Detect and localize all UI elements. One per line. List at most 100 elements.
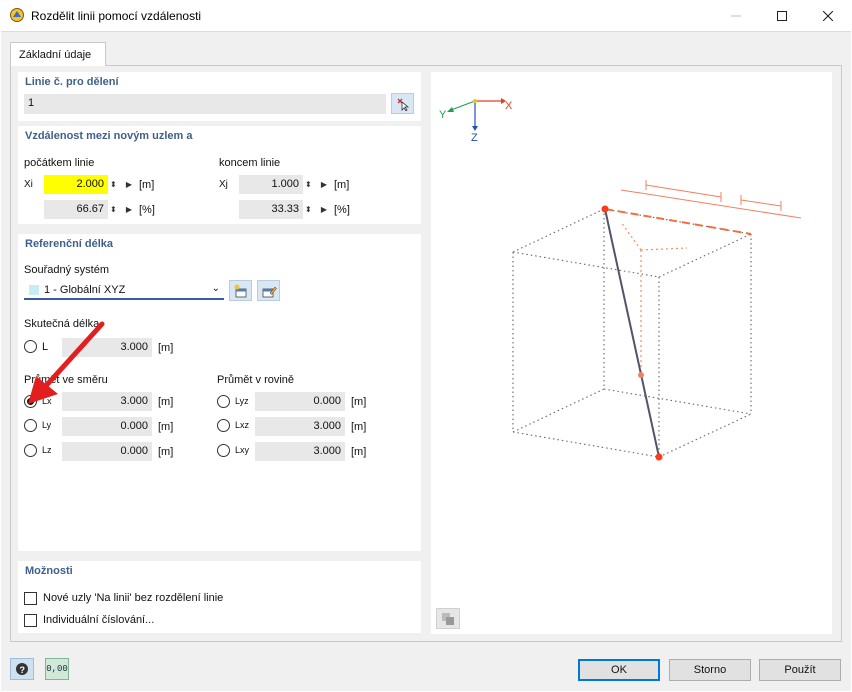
Lyz-unit: [m]	[351, 396, 367, 408]
Lz-unit: [m]	[158, 446, 174, 458]
Lxz-label: Lxz	[235, 420, 250, 430]
divided-line	[604, 208, 660, 458]
distance-title: Vzdálenost mezi novým uzlem a	[25, 130, 193, 142]
Lxy-unit: [m]	[351, 446, 367, 458]
arrow-right-icon: ▶	[125, 205, 132, 214]
apply-button[interactable]: Použít	[759, 659, 841, 681]
close-button[interactable]	[805, 0, 851, 31]
minimize-icon	[731, 15, 741, 16]
reference-length-title: Referenční délka	[25, 238, 114, 250]
individual-numbering-checkbox[interactable]	[24, 614, 37, 627]
plane-projection-label: Průmět v rovině	[217, 374, 295, 386]
pick-cursor-icon	[397, 98, 409, 111]
options-title: Možnosti	[25, 565, 73, 577]
new-nodes-on-line-checkbox[interactable]	[24, 592, 37, 605]
radio-Lyz[interactable]	[217, 395, 230, 408]
xi-percent-spinner[interactable]: ⬍ ▶	[110, 200, 132, 219]
preview-canvas: X Y Z	[439, 98, 802, 461]
svg-text:?: ?	[20, 665, 26, 675]
xj-label: Xj	[219, 179, 228, 190]
new-cs-icon	[234, 284, 246, 297]
radio-Ly[interactable]	[24, 419, 37, 432]
xj-percent-input[interactable]: 33.33	[239, 200, 303, 219]
color-swatch-icon	[29, 285, 39, 295]
help-icon: ?	[16, 663, 28, 675]
view-settings-icon	[442, 612, 454, 625]
window-title: Rozdělit linii pomocí vzdálenosti	[31, 9, 202, 23]
units-button[interactable]: 0,00	[45, 658, 69, 680]
xi-spinner[interactable]: ⬍ ▶	[110, 175, 132, 194]
radio-Lxz[interactable]	[217, 419, 230, 432]
spin-updown-icon: ⬍	[110, 180, 117, 189]
xj-percent-unit: [%]	[334, 204, 350, 216]
line-number-input[interactable]: 1	[24, 94, 386, 114]
xi-input[interactable]: 2.000	[44, 175, 108, 194]
individual-numbering-label: Individuální číslování...	[43, 614, 155, 626]
arrow-right-icon: ▶	[125, 180, 132, 189]
radio-Lxy[interactable]	[217, 444, 230, 457]
xj-spinner[interactable]: ⬍ ▶	[305, 175, 327, 194]
edit-coordinate-system-button[interactable]	[257, 280, 280, 301]
minimize-button[interactable]	[713, 0, 759, 31]
axis-triad	[447, 98, 506, 131]
pick-line-button[interactable]	[391, 93, 414, 114]
xi-unit: [m]	[139, 179, 155, 191]
xj-percent-spinner[interactable]: ⬍ ▶	[305, 200, 327, 219]
chevron-down-icon: ⌄	[211, 283, 220, 294]
new-coordinate-system-button[interactable]	[229, 280, 252, 301]
arrow-right-icon: ▶	[320, 205, 327, 214]
Lxz-unit: [m]	[351, 421, 367, 433]
axis-z-label: Z	[471, 132, 478, 144]
Ly-label: Ly	[42, 420, 52, 430]
Lyz-label: Lyz	[235, 396, 249, 406]
dimension-lines	[620, 180, 802, 219]
coordinate-system-select[interactable]: 1 - Globální XYZ ⌄	[24, 280, 224, 300]
Ly-value: 0.000	[62, 417, 152, 436]
line-number-title: Linie č. pro dělení	[25, 76, 119, 88]
start-node	[601, 205, 609, 213]
xi-percent-unit: [%]	[139, 204, 155, 216]
start-label: počátkem linie	[24, 157, 95, 169]
L-unit: [m]	[158, 342, 174, 354]
distance-group: Vzdálenost mezi novým uzlem a počátkem l…	[18, 126, 421, 224]
projection-lines	[620, 221, 688, 375]
units-icon: 0,00	[46, 664, 68, 674]
xj-unit: [m]	[334, 179, 350, 191]
line-number-group: Linie č. pro dělení 1	[18, 72, 421, 121]
close-icon	[823, 10, 833, 21]
Lxz-value: 3.000	[255, 417, 345, 436]
preview-panel[interactable]: X Y Z	[431, 72, 832, 634]
coordinate-system-value: 1 - Globální XYZ	[44, 284, 126, 296]
axis-x-label: X	[505, 100, 513, 112]
Lz-value: 0.000	[62, 442, 152, 461]
xj-input[interactable]: 1.000	[239, 175, 303, 194]
edit-cs-icon	[262, 286, 277, 297]
radio-Lz[interactable]	[24, 444, 37, 457]
new-node	[638, 372, 644, 378]
ok-button[interactable]: OK	[578, 659, 660, 681]
preview-options-button[interactable]	[436, 608, 460, 629]
end-label: koncem linie	[219, 157, 281, 169]
Ly-unit: [m]	[158, 421, 174, 433]
Lyz-value: 0.000	[255, 392, 345, 411]
new-nodes-on-line-label: Nové uzly 'Na linii' bez rozdělení linie	[43, 592, 224, 604]
spin-updown-icon: ⬍	[110, 205, 117, 214]
help-button[interactable]: ?	[10, 658, 34, 680]
arrow-right-icon: ▶	[320, 180, 327, 189]
title-bar: Rozdělit linii pomocí vzdálenosti	[0, 0, 852, 31]
maximize-button[interactable]	[759, 0, 805, 31]
Lxy-label: Lxy	[235, 445, 250, 455]
axis-y-label: Y	[439, 109, 447, 121]
app-icon	[10, 8, 24, 22]
cancel-button[interactable]: Storno	[669, 659, 751, 681]
spin-updown-icon: ⬍	[305, 180, 312, 189]
spin-updown-icon: ⬍	[305, 205, 312, 214]
xi-label: Xi	[24, 179, 33, 190]
xi-percent-input[interactable]: 66.67	[44, 200, 108, 219]
annotation-arrow-icon	[28, 321, 105, 404]
end-node	[655, 453, 663, 461]
tab-basic-data[interactable]: Základní údaje	[10, 42, 106, 66]
coordinate-system-label: Souřadný systém	[24, 264, 109, 276]
Lxy-value: 3.000	[255, 442, 345, 461]
options-group: Možnosti Nové uzly 'Na linii' bez rozděl…	[18, 561, 421, 633]
